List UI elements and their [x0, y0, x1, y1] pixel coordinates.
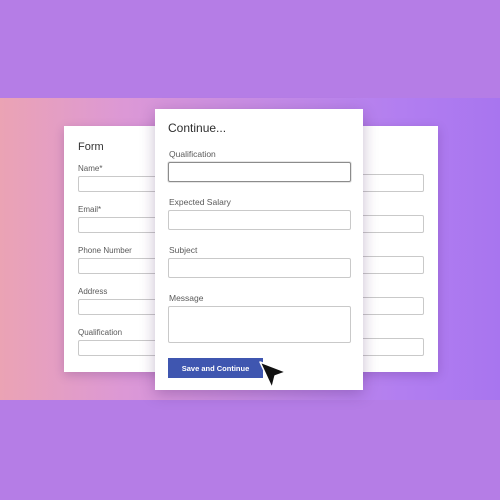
mouse-pointer-icon [259, 361, 287, 389]
phone-number-field[interactable] [78, 258, 158, 274]
message-field[interactable] [168, 306, 351, 343]
subject-field[interactable] [168, 258, 351, 278]
message-label: Message [169, 293, 204, 303]
save-and-continue-button[interactable]: Save and Continue [168, 358, 263, 378]
continue-title: Continue... [168, 121, 227, 135]
qualification-label-left: Qualification [78, 328, 123, 337]
address-field[interactable] [78, 299, 158, 315]
address-label: Address [78, 287, 108, 296]
qualification-label: Qualification [169, 149, 216, 159]
right-card-input-2[interactable] [360, 215, 424, 233]
email-label: Email* [78, 205, 102, 214]
name-label: Name* [78, 164, 103, 173]
expected-salary-label: Expected Salary [169, 197, 231, 207]
right-card-input-4[interactable] [360, 297, 424, 315]
subject-label: Subject [169, 245, 198, 255]
right-card-input-3[interactable] [360, 256, 424, 274]
stage: Form Name* Email* Phone Number Address Q… [0, 0, 500, 500]
expected-salary-field[interactable] [168, 210, 351, 230]
form-title: Form [78, 141, 104, 153]
name-field[interactable] [78, 176, 158, 192]
phone-number-label: Phone Number [78, 246, 132, 255]
continue-form-card: Continue... Qualification Expected Salar… [155, 109, 363, 390]
right-card-input-5[interactable] [360, 338, 424, 356]
right-card-input-1[interactable] [360, 174, 424, 192]
qualification-field[interactable] [168, 162, 351, 182]
qualification-field-left[interactable] [78, 340, 158, 356]
email-field[interactable] [78, 217, 158, 233]
